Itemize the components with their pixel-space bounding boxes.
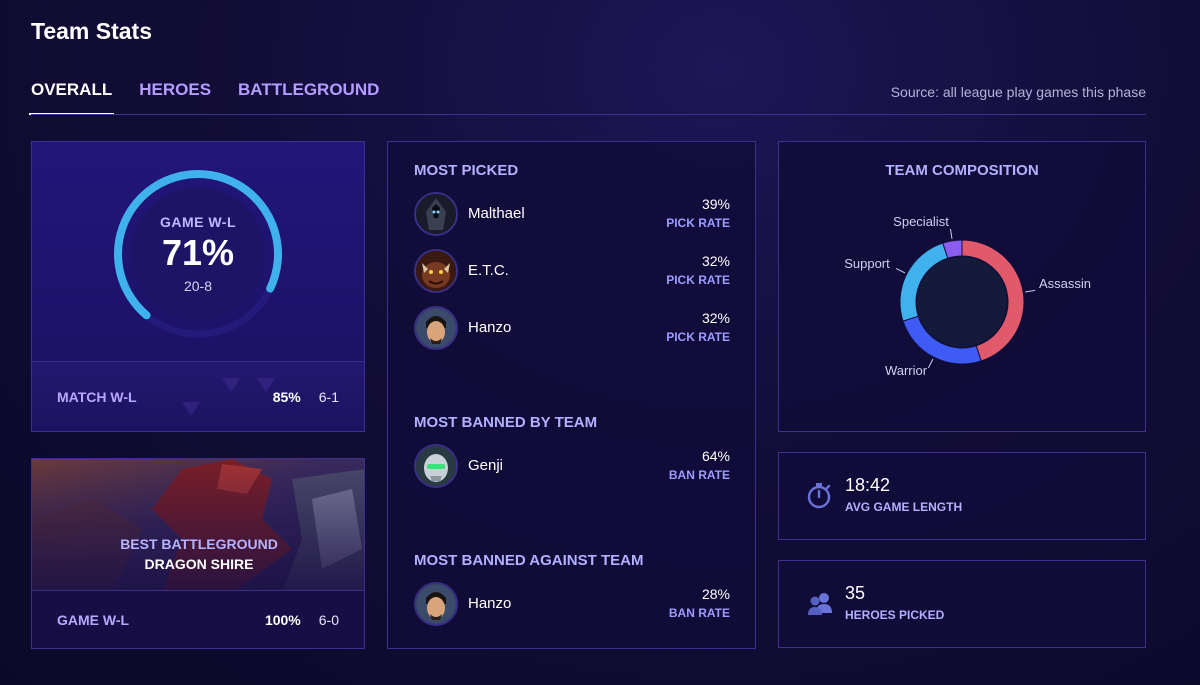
match-wl-footer: MATCH W-L 85% 6-1 (32, 361, 364, 431)
donut-leader-warrior (927, 358, 934, 369)
hero-percent: 32% (701, 253, 730, 269)
heroes-picked-label: HEROES PICKED (845, 608, 945, 622)
malthael-avatar (414, 192, 458, 236)
best-battleground-label: BEST BATTLEGROUND (120, 536, 278, 552)
tab-bar: OVERALL HEROES BATTLEGROUND (28, 78, 406, 115)
users-icon (808, 593, 832, 615)
hero-rate-label: BAN RATE (668, 468, 730, 482)
game-wl-percent: 71% (161, 232, 235, 273)
avg-game-length-value: 18:42 (845, 475, 891, 495)
hanzo-avatar (414, 582, 458, 626)
hero-percent: 64% (701, 448, 730, 464)
battleground-wl-label: GAME W-L (57, 611, 130, 628)
donut-label-assassin: Assassin (1039, 276, 1091, 291)
hero-picks-bans-card: MOST PICKED Malthael 39% PICK RATE E.T.C… (387, 141, 756, 649)
hero-row-malthael[interactable]: Malthael 39% PICK RATE (414, 192, 730, 238)
battleground-artwork (32, 459, 364, 593)
battleground-wl-footer: GAME W-L 100% 6-0 (32, 590, 364, 648)
hero-rate-label: PICK RATE (666, 216, 730, 230)
etc-avatar (414, 249, 458, 293)
team-composition-donut: Assassin Warrior Support Specialist (844, 214, 1091, 378)
tab-heroes[interactable]: HEROES (139, 78, 211, 115)
decor-triangle (222, 378, 240, 392)
battleground-wl-record: 6-0 (318, 611, 339, 628)
hero-percent: 28% (701, 586, 730, 602)
decor-triangle (257, 378, 275, 392)
gauge-readout: GAME W-L 71% 20-8 (110, 166, 286, 342)
donut-label-warrior: Warrior (885, 363, 928, 378)
most-banned-against-title: MOST BANNED AGAINST TEAM (414, 552, 644, 569)
match-wl-record: 6-1 (318, 388, 339, 405)
game-wl-card: GAME W-L 71% 20-8 MATCH W-L 85% 6-1 (31, 141, 365, 432)
avg-game-length-card: 18:42 AVG GAME LENGTH (778, 452, 1146, 540)
best-battleground-card[interactable]: BEST BATTLEGROUND DRAGON SHIRE GAME W-L … (31, 458, 365, 649)
hero-name: Genji (468, 457, 504, 474)
match-wl-percent: 85% (272, 388, 301, 405)
hero-rate-label: BAN RATE (668, 606, 730, 620)
hero-rate-label: PICK RATE (666, 273, 730, 287)
hero-name: Malthael (468, 205, 525, 222)
donut-label-support: Support (844, 256, 890, 271)
best-battleground-name: DRAGON SHIRE (144, 556, 254, 572)
hero-name: E.T.C. (468, 262, 509, 279)
hanzo-avatar (414, 306, 458, 350)
game-wl-label: GAME W-L (159, 214, 237, 230)
most-picked-title: MOST PICKED (414, 162, 519, 179)
genji-avatar (414, 444, 458, 488)
heroes-picked-value: 35 (845, 583, 866, 603)
donut-center (917, 257, 1007, 347)
battleground-wl-percent: 100% (264, 611, 301, 628)
tab-divider (31, 114, 1146, 115)
team-composition-card: TEAM COMPOSITION Assassin Warrior Support S… (778, 141, 1146, 432)
hero-name: Hanzo (468, 319, 512, 336)
hero-row-hanzo[interactable]: Hanzo 32% PICK RATE (414, 306, 730, 352)
page-title: Team Stats (31, 18, 153, 44)
donut-label-specialist: Specialist (893, 214, 949, 229)
most-banned-by-title: MOST BANNED BY TEAM (414, 414, 598, 431)
source-note: Source: all league play games this phase (890, 84, 1146, 100)
tab-overall[interactable]: OVERALL (28, 78, 115, 115)
donut-leader-specialist (949, 228, 953, 239)
donut-leader-assassin (1025, 289, 1036, 293)
game-wl-record: 20-8 (183, 278, 213, 294)
tab-battleground[interactable]: BATTLEGROUND (238, 78, 379, 115)
hero-percent: 32% (701, 310, 730, 326)
heroes-picked-card: 35 HEROES PICKED (778, 560, 1146, 648)
donut-leader-support (895, 267, 906, 274)
stopwatch-icon (807, 483, 831, 509)
hero-row-genji[interactable]: Genji 64% BAN RATE (414, 444, 730, 490)
hero-percent: 39% (701, 196, 730, 212)
hero-name: Hanzo (468, 595, 512, 612)
decor-triangle (182, 402, 200, 416)
hero-rate-label: PICK RATE (666, 330, 730, 344)
match-wl-label: MATCH W-L (57, 388, 137, 405)
avg-game-length-label: AVG GAME LENGTH (845, 500, 963, 514)
hero-row-hanzo-ban[interactable]: Hanzo 28% BAN RATE (414, 582, 730, 628)
hero-row-etc[interactable]: E.T.C. 32% PICK RATE (414, 249, 730, 295)
